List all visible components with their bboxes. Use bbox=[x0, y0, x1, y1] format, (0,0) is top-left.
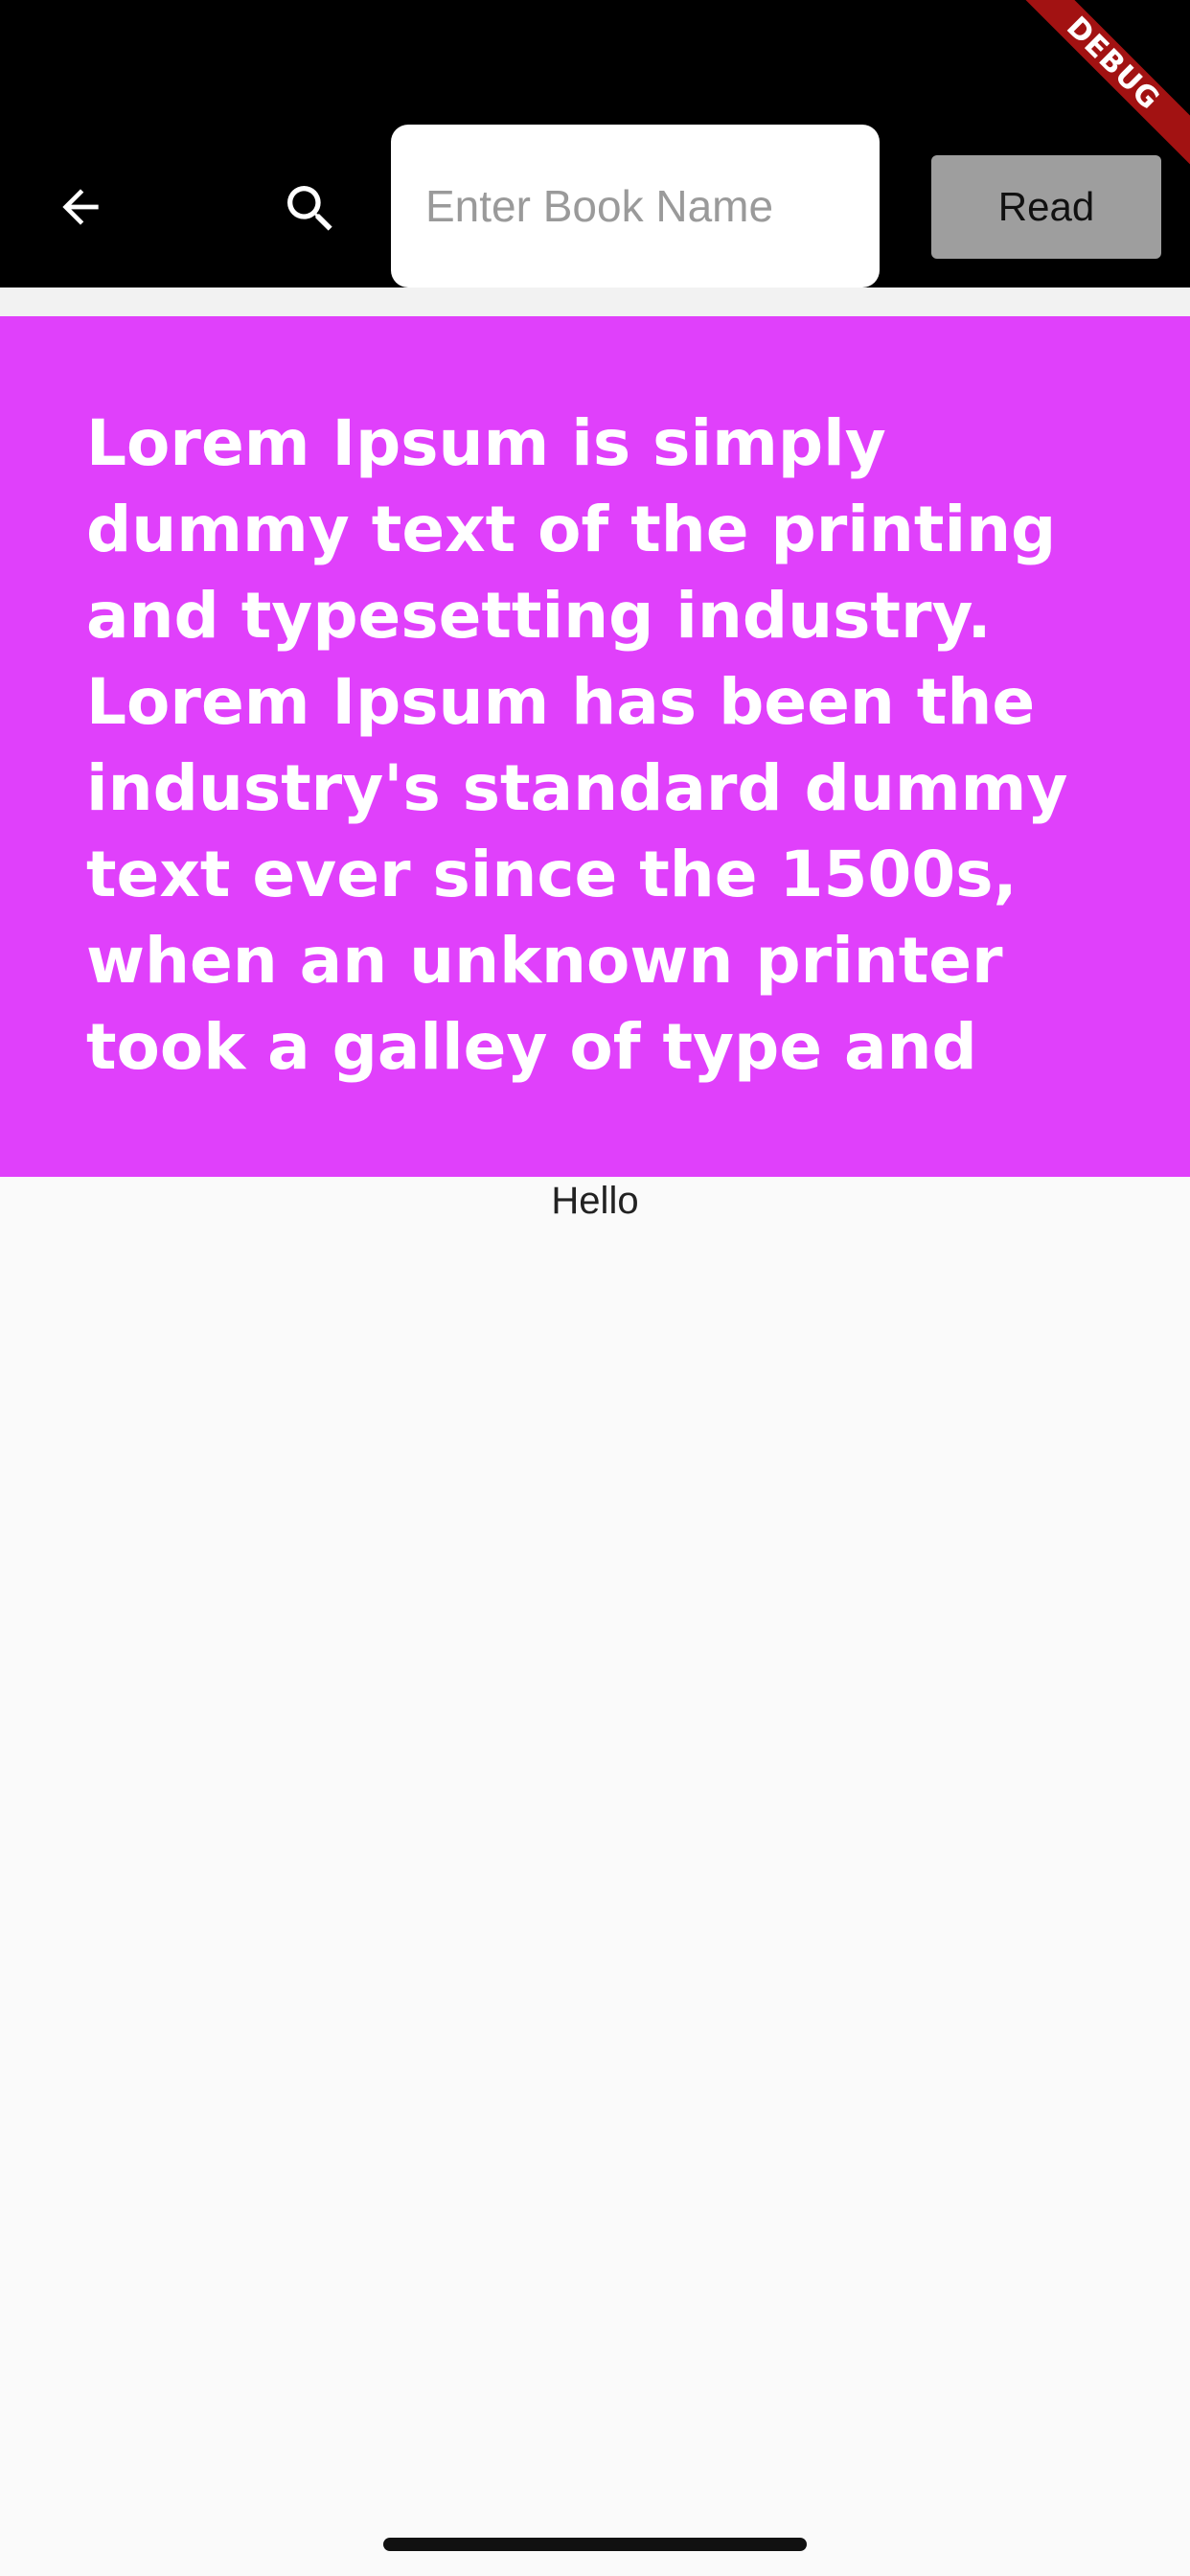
app-bar-divider bbox=[0, 288, 1190, 316]
book-name-input[interactable] bbox=[391, 125, 880, 288]
home-indicator[interactable] bbox=[383, 2538, 807, 2551]
read-button[interactable]: Read bbox=[931, 155, 1161, 259]
app-bar: Read DEBUG bbox=[0, 0, 1190, 288]
search-icon[interactable] bbox=[278, 176, 343, 242]
lorem-paragraph: Lorem Ipsum is simply dummy text of the … bbox=[86, 406, 1068, 1084]
content-panel: Lorem Ipsum is simply dummy text of the … bbox=[0, 316, 1190, 1177]
hello-caption: Hello bbox=[551, 1180, 639, 1222]
back-button[interactable] bbox=[50, 176, 111, 238]
arrow-back-icon bbox=[62, 189, 99, 225]
debug-banner: DEBUG bbox=[999, 0, 1190, 177]
